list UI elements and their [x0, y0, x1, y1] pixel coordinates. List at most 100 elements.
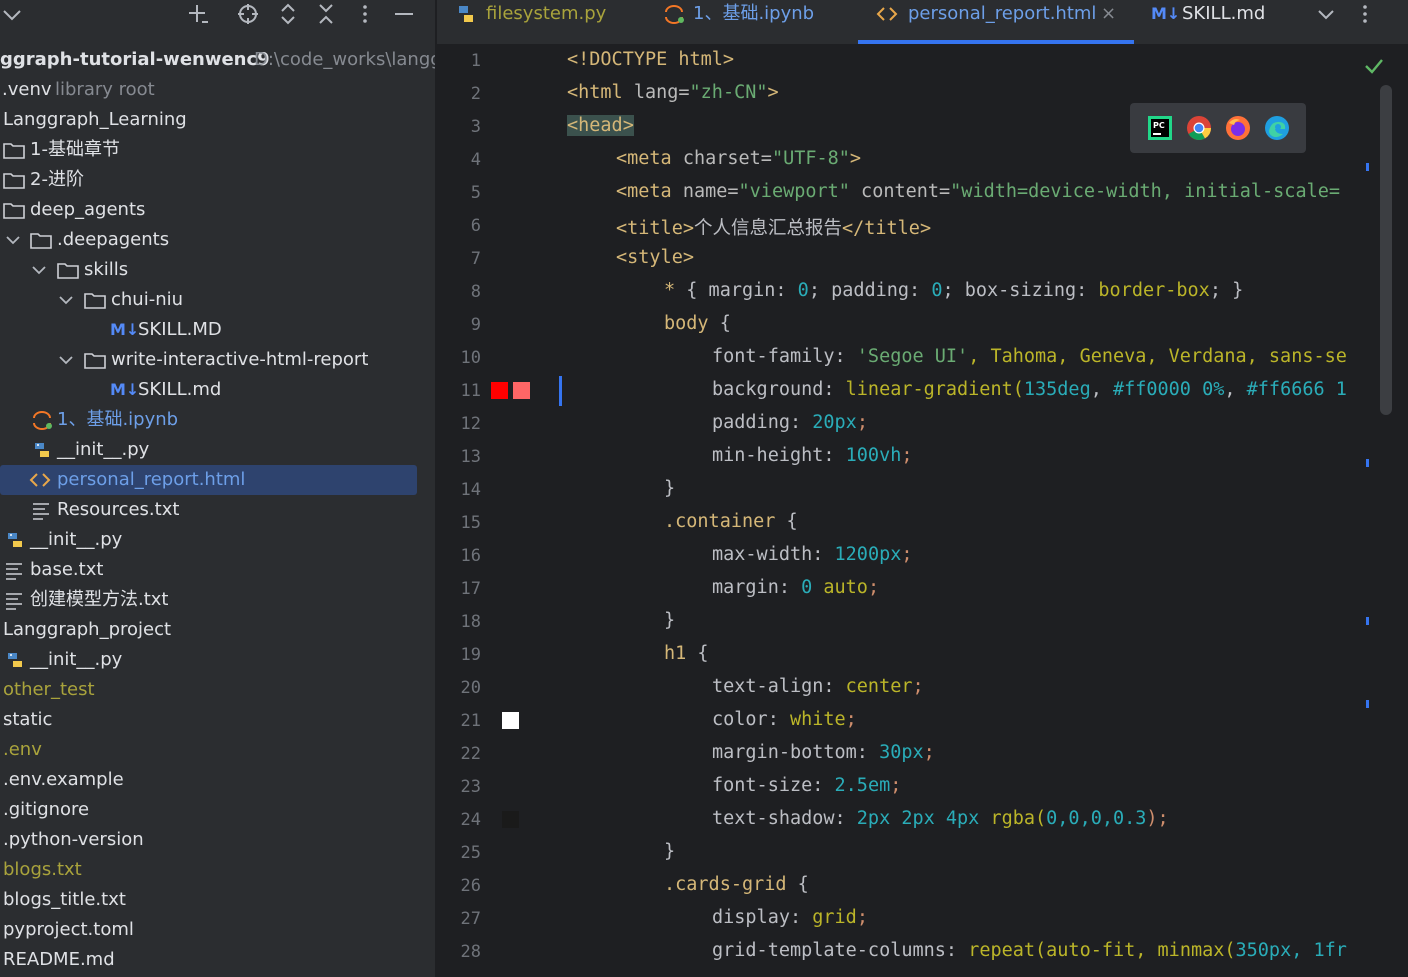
- tree-item-pyproject[interactable]: pyproject.toml: [0, 915, 435, 945]
- line-number: 9: [470, 315, 481, 335]
- chevron-down-icon[interactable]: [55, 350, 77, 370]
- tree-item-python-version[interactable]: .python-version: [0, 825, 435, 855]
- minimize-icon[interactable]: [392, 2, 416, 26]
- tree-item-advanced[interactable]: 2-进阶: [0, 165, 435, 195]
- more-icon[interactable]: [1353, 2, 1377, 26]
- code-token: , Tahoma, Geneva, Verdana, sans-se: [968, 346, 1347, 367]
- line-number: 19: [460, 645, 481, 665]
- tree-item-personal-report[interactable]: personal_report.html: [0, 465, 417, 495]
- code-token: {: [786, 511, 798, 532]
- tree-item-readme[interactable]: README.md: [0, 945, 435, 975]
- locate-icon[interactable]: [236, 2, 260, 26]
- code-token: text-shadow:: [712, 808, 857, 829]
- code-line-3: <head>: [567, 115, 634, 136]
- tab-personal-report[interactable]: personal_report.html ×: [858, 0, 1134, 44]
- tree-item-skill-md-2[interactable]: M↓ SKILL.md: [0, 375, 435, 405]
- tree-item-init-py-2[interactable]: __init__.py: [0, 525, 435, 555]
- tree-item-label: deep_agents: [30, 199, 146, 220]
- tree-item-label: Resources.txt: [57, 499, 180, 520]
- color-swatch-red[interactable]: [491, 382, 508, 399]
- tree-item-deep-agents[interactable]: deep_agents: [0, 195, 435, 225]
- tab-skill-md[interactable]: M↓ SKILL.md: [1151, 0, 1301, 44]
- pycharm-icon[interactable]: PC: [1147, 115, 1173, 141]
- tree-item-deepagents[interactable]: .deepagents: [0, 225, 435, 255]
- line-number: 1: [470, 51, 481, 71]
- tree-item-static[interactable]: static: [0, 705, 435, 735]
- line-number: 22: [460, 744, 481, 764]
- tree-item-skills[interactable]: skills: [0, 255, 435, 285]
- color-swatch-dark[interactable]: [502, 811, 519, 828]
- code-token: .container: [664, 511, 787, 532]
- add-icon[interactable]: [186, 2, 210, 26]
- tree-item-blogs-txt[interactable]: blogs.txt: [0, 855, 435, 885]
- more-icon[interactable]: [353, 2, 377, 26]
- chevron-down-icon[interactable]: [1314, 2, 1338, 26]
- code-line-24: text-shadow: 2px 2px 4px rgba(0,0,0,0.3)…: [712, 808, 1169, 829]
- chevron-down-icon[interactable]: [55, 290, 77, 310]
- code-token: #ff0000 0%: [1112, 379, 1225, 400]
- folder-icon: [3, 170, 25, 190]
- code-token: {: [697, 643, 709, 664]
- chevron-down-icon[interactable]: [0, 2, 24, 26]
- tree-item-langgraph-learning[interactable]: Langgraph_Learning: [0, 105, 435, 135]
- tree-item-env-example[interactable]: .env.example: [0, 765, 435, 795]
- vertical-scrollbar[interactable]: [1380, 85, 1392, 415]
- tree-item-write-interactive-html-report[interactable]: write-interactive-html-report: [0, 345, 435, 375]
- tree-item-resources[interactable]: Resources.txt: [0, 495, 435, 525]
- code-token: "zh-CN": [689, 82, 768, 103]
- change-marker: [559, 376, 562, 406]
- tree-item-venv[interactable]: .venv library root: [0, 75, 435, 105]
- jupyter-icon: [663, 3, 685, 25]
- tree-item-label: skills: [84, 259, 129, 280]
- tree-item-model-methods[interactable]: 创建模型方法.txt: [0, 585, 435, 615]
- open-in-browser-popup: PC: [1130, 103, 1306, 153]
- code-line-20: text-align: center;: [712, 676, 924, 697]
- tree-item-other-test[interactable]: other_test: [0, 675, 435, 705]
- tree-item-skill-md-1[interactable]: M↓ SKILL.MD: [0, 315, 435, 345]
- tree-item-init-py-1[interactable]: __init__.py: [0, 435, 435, 465]
- close-icon[interactable]: ×: [1101, 0, 1116, 28]
- tree-root[interactable]: ggraph-tutorial-wenwenc9 D:\code_works\l…: [0, 45, 435, 75]
- code-token: ;: [856, 412, 868, 433]
- tab-filesystem-py[interactable]: filesystem.py: [437, 0, 647, 44]
- color-swatch-white[interactable]: [502, 712, 519, 729]
- chrome-icon[interactable]: [1186, 115, 1212, 141]
- line-number: 16: [460, 546, 481, 566]
- code-editor[interactable]: 1 2 3 4 5 6 7 8 9 10 11 12 13 14 15 16 1…: [437, 45, 1408, 977]
- tree-item-init-py-3[interactable]: __init__.py: [0, 645, 435, 675]
- tree-item-basics[interactable]: 1-基础章节: [0, 135, 435, 165]
- tree-item-label: 1-基础章节: [30, 139, 120, 160]
- tree-item-base-txt[interactable]: base.txt: [0, 555, 435, 585]
- line-number: 12: [460, 414, 481, 434]
- code-line-5: <meta name="viewport" content="width=dev…: [616, 181, 1340, 202]
- code-token: ;: [890, 775, 902, 796]
- code-token: #ff6666 1: [1246, 379, 1347, 400]
- tree-item-blogs-title[interactable]: blogs_title.txt: [0, 885, 435, 915]
- check-icon[interactable]: [1363, 55, 1385, 77]
- edge-icon[interactable]: [1264, 115, 1290, 141]
- scroll-marker: [1366, 459, 1369, 467]
- code-token: rgba(: [990, 808, 1047, 829]
- tree-item-chui-niu[interactable]: chui-niu: [0, 285, 435, 315]
- tree-item-notebook[interactable]: 1、基础.ipynb: [0, 405, 435, 435]
- code-token: </title>: [841, 218, 932, 239]
- code-token: }: [664, 841, 676, 862]
- code-token: body: [664, 313, 720, 334]
- tree-item-langgraph-project[interactable]: Langgraph_project: [0, 615, 435, 645]
- firefox-icon[interactable]: [1225, 115, 1251, 141]
- tree-item-label: .deepagents: [57, 229, 170, 250]
- collapse-icon[interactable]: [314, 2, 338, 26]
- tree-item-gitignore[interactable]: .gitignore: [0, 795, 435, 825]
- jupyter-icon: [31, 410, 53, 430]
- tree-item-env[interactable]: .env: [0, 735, 435, 765]
- line-number: 4: [470, 150, 481, 170]
- chevron-down-icon[interactable]: [2, 230, 24, 250]
- tree-item-label: SKILL.MD: [138, 319, 222, 340]
- chevron-down-icon[interactable]: [28, 260, 50, 280]
- folder-icon: [3, 200, 25, 220]
- color-swatch-light-red[interactable]: [513, 382, 530, 399]
- code-token: font-size:: [712, 775, 835, 796]
- tree-item-label: pyproject.toml: [3, 919, 134, 940]
- tab-notebook[interactable]: 1、基础.ipynb: [663, 0, 857, 44]
- expand-icon[interactable]: [276, 2, 300, 26]
